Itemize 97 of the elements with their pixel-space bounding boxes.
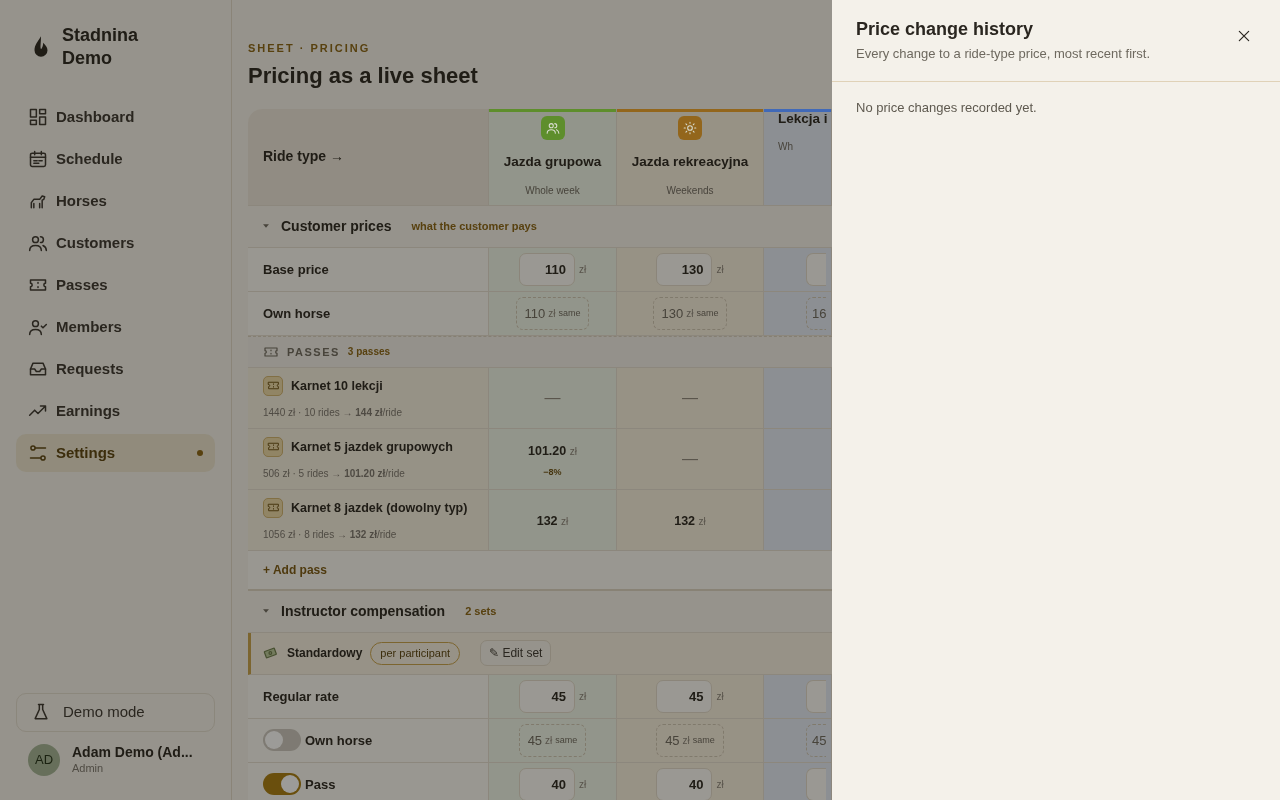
drawer-title: Price change history	[856, 18, 1035, 40]
inbox-icon	[28, 359, 48, 379]
avatar: AD	[28, 743, 60, 776]
price-field[interactable]: 45	[656, 679, 713, 713]
price-field[interactable]: 40	[656, 767, 713, 800]
value-text: 45	[812, 731, 827, 750]
price-field[interactable]: 110	[518, 252, 575, 286]
price-field[interactable]: 130	[656, 252, 713, 286]
unit-label: zł	[682, 733, 690, 748]
user-role: Admin	[72, 760, 105, 776]
person-check-icon	[28, 317, 48, 337]
page-title: Pricing as a live sheet	[248, 62, 479, 89]
empty-value: —	[682, 387, 698, 408]
note-text: same	[555, 733, 578, 747]
unit-label: zł	[698, 515, 706, 527]
unit-label: zł	[545, 733, 553, 748]
set-count: 2 sets	[465, 604, 497, 620]
value-text: 16	[812, 304, 827, 323]
note-text: same	[692, 733, 715, 747]
unit-label: zł	[578, 689, 587, 704]
pass-name: Karnet 8 jazdek (dowolny typ)	[291, 499, 468, 517]
nav-item[interactable]: Horses	[16, 182, 215, 220]
nav-item[interactable]: Settings	[16, 434, 215, 472]
unit-label: zł	[716, 777, 724, 792]
unit-label: zł	[716, 262, 724, 277]
price-field[interactable]	[806, 767, 826, 800]
set-name: Standardowy	[287, 645, 363, 663]
nav-item[interactable]: Dashboard	[16, 98, 215, 136]
discount-label: −8%	[543, 466, 562, 480]
sliders-icon	[28, 443, 48, 463]
close-icon	[1236, 28, 1252, 44]
unit-label: zł	[578, 777, 587, 792]
section-title: Customer prices	[281, 216, 392, 236]
pass-summary: 506 zł · 5 rides → 101.20 zł/ride	[263, 466, 405, 481]
section-note: what the customer pays	[411, 219, 537, 235]
nav-item[interactable]: Customers	[16, 224, 215, 262]
dashboard-icon	[28, 107, 48, 127]
people-icon	[28, 233, 48, 253]
unit-label: zł	[548, 306, 556, 321]
row-label: Pass	[305, 775, 336, 794]
row-label: Own horse	[305, 731, 373, 750]
pass-summary: 1056 zł · 8 rides → 132 zł/ride	[263, 527, 397, 542]
value-text: 45	[665, 731, 680, 750]
unit-label: zł	[716, 689, 724, 704]
nav-item[interactable]: Schedule	[16, 140, 215, 178]
nav-item[interactable]: Members	[16, 308, 215, 346]
edit-set-button[interactable]: ✎ Edit set	[480, 640, 552, 667]
user-name: Adam Demo (Ad...	[72, 743, 193, 760]
pass-price: 132	[674, 513, 697, 528]
note-text: same	[558, 306, 581, 320]
toggle-switch[interactable]	[263, 773, 301, 796]
ride-type-name: Jazda rekreacyjna	[631, 153, 749, 172]
price-field[interactable]: 45	[518, 679, 575, 713]
ride-type-name: Lekcja i	[778, 109, 828, 128]
ride-type-schedule: Wh	[778, 140, 793, 155]
unit-label: zł	[561, 515, 569, 527]
unit-label: zł	[569, 446, 577, 458]
nav-item[interactable]: Passes	[16, 266, 215, 304]
empty-message: No price changes recorded yet.	[855, 98, 1038, 117]
people-icon	[545, 121, 560, 136]
row-label: Own horse	[263, 304, 331, 323]
ride-type-name: Jazda grupowa	[503, 153, 602, 172]
pass-summary: 1440 zł · 10 rides → 144 zł/ride	[263, 405, 402, 420]
column-header: Ride type →	[248, 108, 489, 205]
passes-heading: PASSES	[287, 344, 340, 360]
flask-icon	[31, 702, 51, 722]
pass-count: 3 passes	[347, 345, 391, 360]
nav-item[interactable]: Earnings	[16, 392, 215, 430]
add-pass-button[interactable]: + Add pass	[263, 560, 327, 579]
nav-item[interactable]: Requests	[16, 350, 215, 388]
row-label: Regular rate	[263, 687, 339, 706]
toggle-switch[interactable]	[263, 729, 301, 752]
pass-price: 132	[536, 513, 559, 528]
demo-mode-button[interactable]: Demo mode	[16, 692, 215, 732]
unit-label: zł	[686, 306, 694, 321]
calendar-icon	[28, 149, 48, 169]
sun-icon	[683, 121, 697, 136]
value-text: 110	[524, 304, 546, 323]
eyebrow-label: SHEET · PRICING	[248, 41, 371, 56]
note-text: same	[696, 306, 719, 320]
price-field[interactable]: 40	[518, 767, 575, 800]
ride-type-schedule: Whole week	[525, 183, 580, 198]
price-field[interactable]	[806, 679, 826, 713]
price-field[interactable]	[806, 252, 826, 286]
drawer-subtitle: Every change to a ride-type price, most recent first.	[856, 45, 1151, 63]
value-text: 130	[661, 304, 684, 323]
section-title: Instructor compensation	[281, 601, 446, 621]
empty-value: —	[544, 387, 561, 408]
brand-name: Stadnina Demo	[62, 24, 139, 70]
value-text: 45	[527, 731, 543, 750]
pass-name: Karnet 5 jazdek grupowych	[291, 438, 453, 456]
pass-name: Karnet 10 lekcji	[291, 377, 383, 395]
empty-value: —	[682, 448, 698, 469]
unit-label: zł	[578, 262, 587, 277]
row-label: Base price	[263, 260, 329, 279]
pass-price: 101.20	[528, 444, 568, 459]
ride-type-schedule: Weekends	[666, 183, 714, 198]
